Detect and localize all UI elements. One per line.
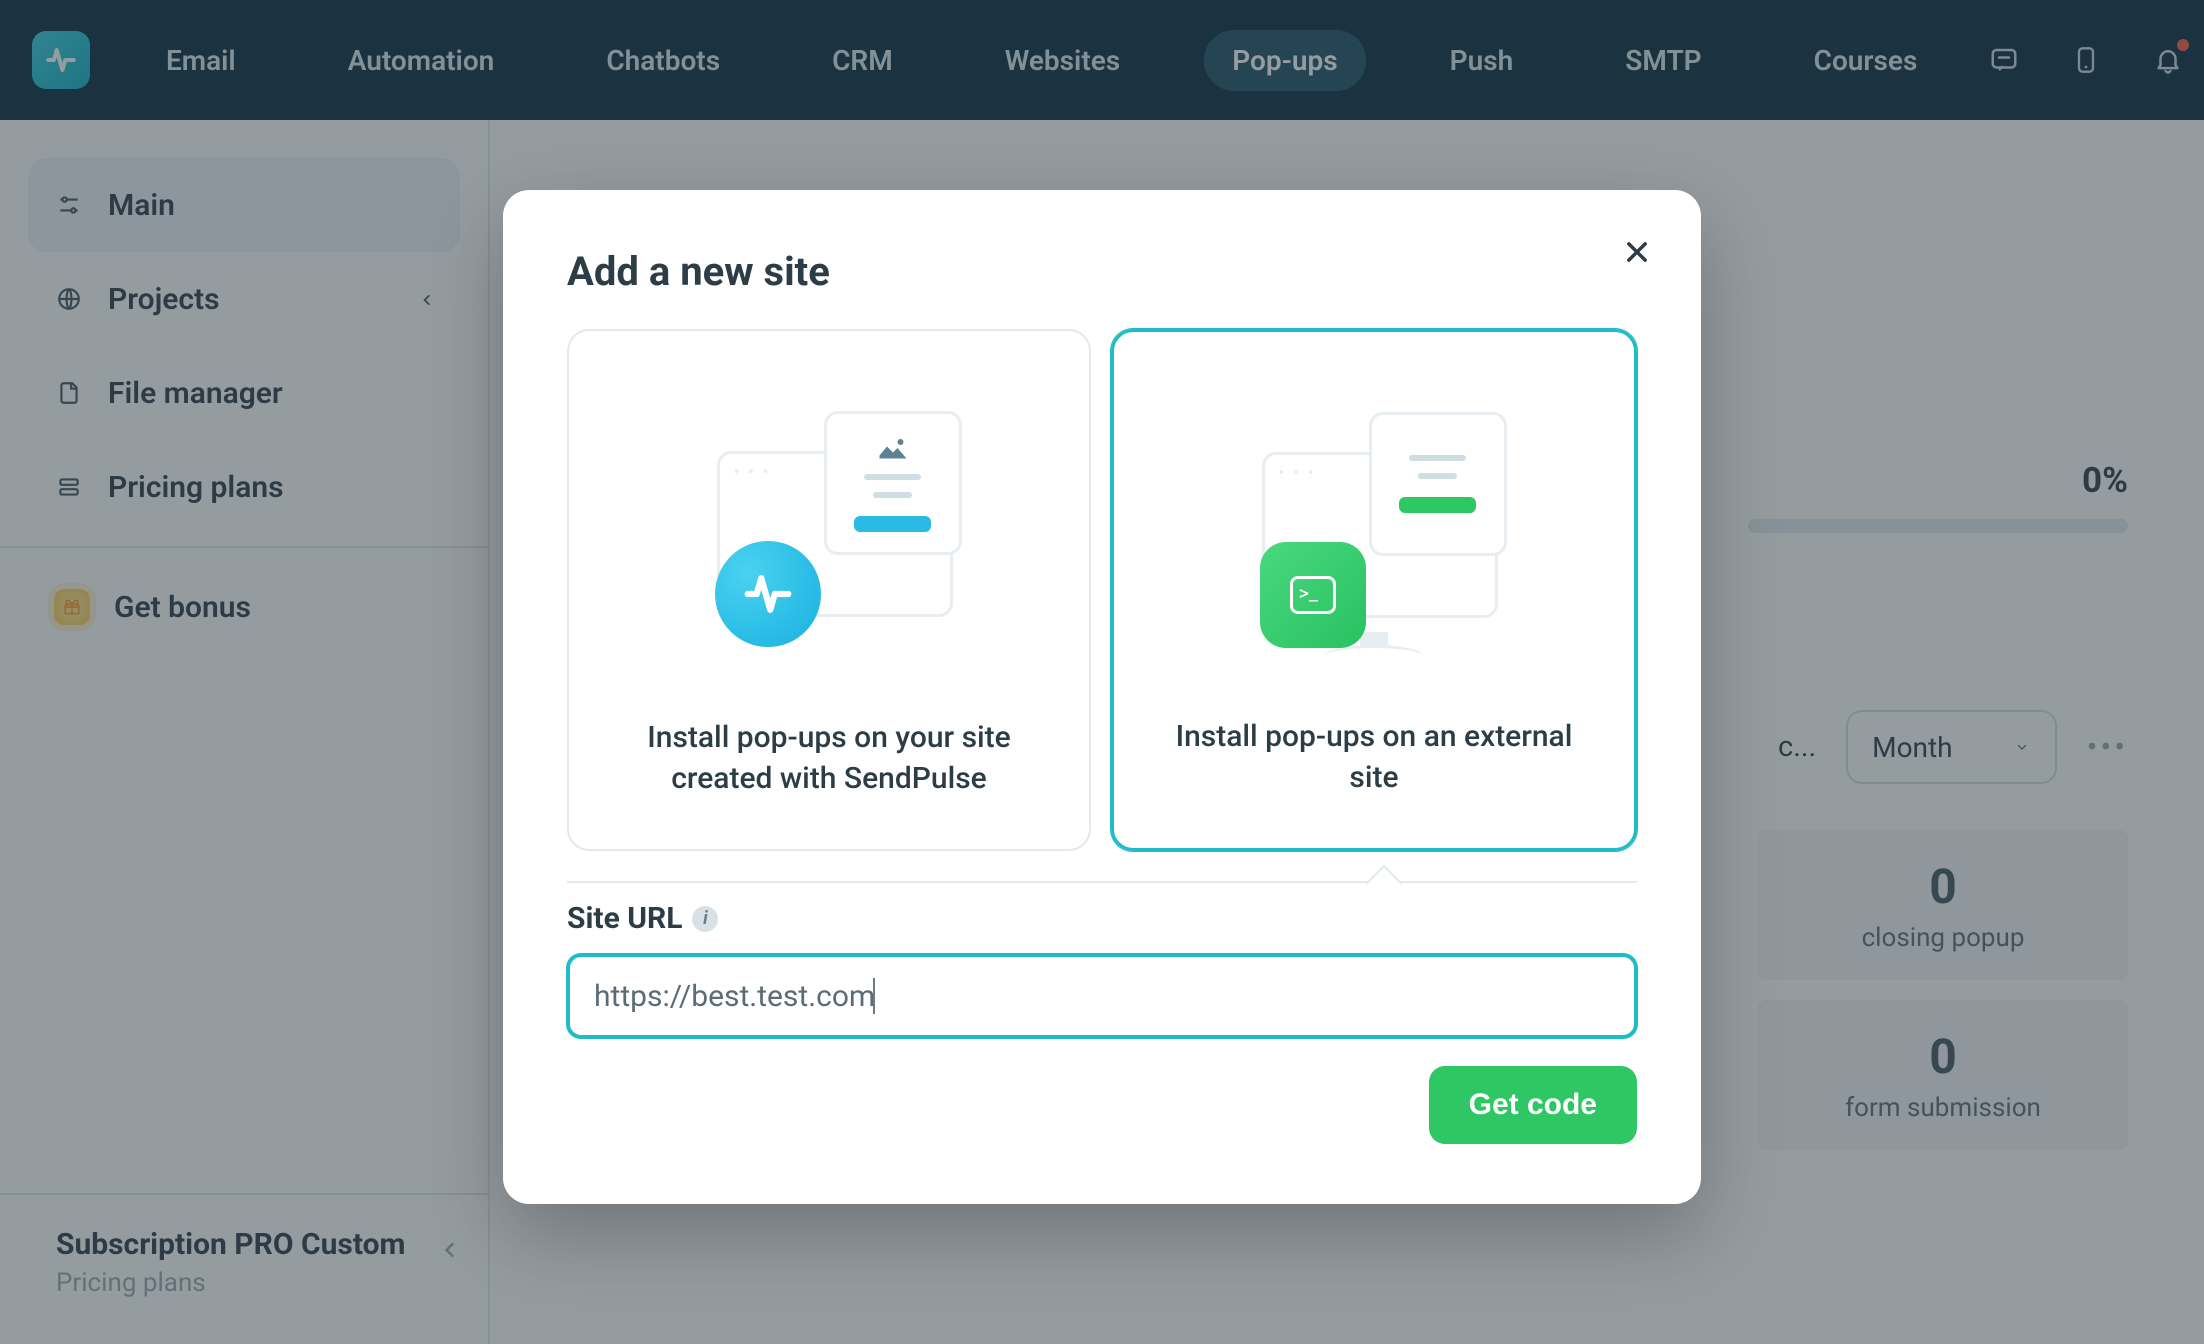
get-code-button[interactable]: Get code [1429,1066,1637,1144]
connector-line [567,851,1637,883]
modal-overlay[interactable]: Add a new site [0,0,2204,1344]
add-site-modal: Add a new site [503,190,1701,1204]
text-caret [873,978,875,1014]
option-illustration [687,391,972,641]
option-illustration [1232,392,1517,642]
option-label: Install pop-ups on an external site [1150,717,1598,798]
modal-title: Add a new site [567,248,1637,295]
site-url-value: https://best.test.com [594,979,875,1014]
option-label: Install pop-ups on your site created wit… [605,718,1053,799]
pulse-badge-icon [715,541,821,647]
info-icon[interactable]: i [692,906,718,932]
site-url-input[interactable]: https://best.test.com [567,954,1637,1038]
option-external-site[interactable]: Install pop-ups on an external site [1111,329,1637,851]
option-sendpulse-site[interactable]: Install pop-ups on your site created wit… [567,329,1091,851]
close-button[interactable] [1617,232,1657,272]
terminal-badge-icon [1260,542,1366,648]
close-icon [1623,238,1651,266]
url-field-label: Site URL i [567,901,1637,936]
